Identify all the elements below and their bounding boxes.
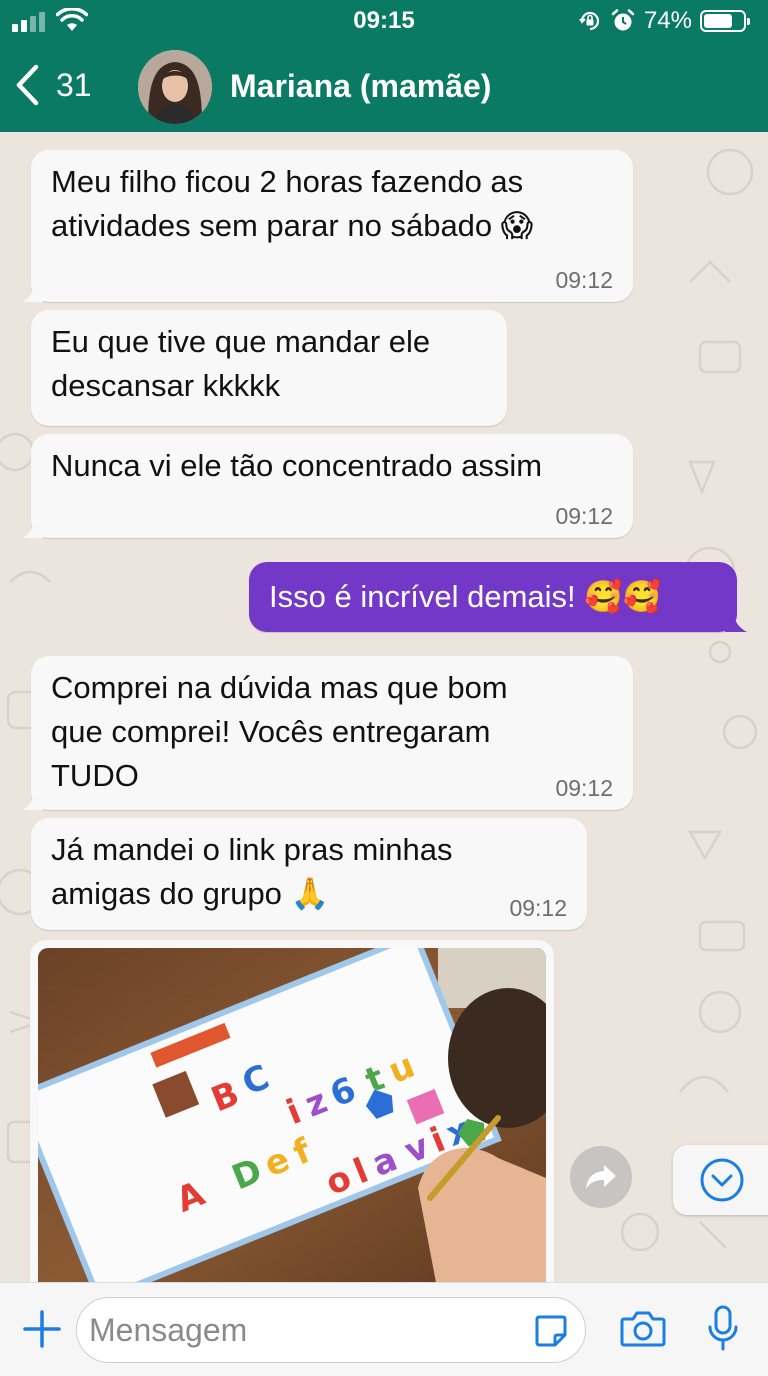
message-time: 09:12	[509, 895, 567, 921]
unread-count: 31	[56, 66, 92, 103]
rotation-lock-icon	[579, 11, 600, 31]
chat-header: 31 Mariana (mamãe)	[0, 44, 768, 132]
message-time: 09:12	[555, 503, 613, 529]
message-field[interactable]	[76, 1297, 586, 1363]
message-bubble-incoming[interactable]: Meu filho ficou 2 horas fazendo as ativi…	[23, 150, 633, 302]
scroll-to-bottom-button[interactable]	[673, 1145, 768, 1215]
message-text: Já mandei o link pras minhas amigas do g…	[51, 832, 453, 911]
share-arrow-icon	[586, 1165, 616, 1189]
worksheet-photo[interactable]: A B C D e f i z 6 t u o l a v i x	[38, 948, 546, 1282]
battery-percent: 74%	[643, 7, 692, 34]
message-bubble-incoming[interactable]: Comprei na dúvida mas que bom que compre…	[23, 656, 633, 810]
chevron-left-icon	[16, 64, 39, 106]
message-text: Isso é incrível demais! 🥰🥰	[269, 579, 662, 614]
message-text: Comprei na dúvida mas que bom que compre…	[51, 670, 508, 793]
alarm-icon	[611, 9, 635, 31]
microphone-icon[interactable]	[706, 1305, 740, 1353]
camera-icon[interactable]	[620, 1309, 666, 1349]
message-input[interactable]	[77, 1298, 497, 1362]
back-button[interactable]: 31	[14, 64, 92, 106]
message-bubble-incoming[interactable]: Já mandei o link pras minhas amigas do g…	[31, 818, 587, 930]
status-right-group: 74%	[578, 7, 750, 35]
message-input-bar	[0, 1282, 768, 1376]
avatar[interactable]	[138, 50, 212, 124]
message-time: 09:12	[555, 775, 613, 801]
sticker-icon[interactable]	[533, 1313, 569, 1349]
chevron-down-circle-icon	[700, 1158, 744, 1202]
message-text: Nunca vi ele tão concentrado assim	[51, 448, 543, 483]
contact-name[interactable]: Mariana (mamãe)	[230, 68, 491, 105]
message-text: Meu filho ficou 2 horas fazendo as ativi…	[51, 164, 534, 243]
forward-button[interactable]	[570, 1146, 632, 1208]
message-bubble-outgoing[interactable]: Isso é incrível demais! 🥰🥰	[249, 562, 747, 632]
message-bubble-incoming[interactable]: Eu que tive que mandar ele descansar kkk…	[31, 310, 507, 426]
chat-area[interactable]: Meu filho ficou 2 horas fazendo as ativi…	[0, 132, 768, 1282]
top-bar: 09:15 74% 31 Mariana (mamãe)	[0, 0, 768, 132]
status-bar: 09:15 74%	[0, 0, 768, 44]
battery-icon	[700, 10, 750, 32]
message-bubble-incoming[interactable]: Nunca vi ele tão concentrado assim 09:12	[23, 434, 633, 538]
plus-icon[interactable]	[22, 1309, 62, 1349]
image-message[interactable]: A B C D e f i z 6 t u o l a v i x	[30, 940, 554, 1282]
message-text: Eu que tive que mandar ele descansar kkk…	[51, 324, 431, 403]
message-time: 09:12	[555, 267, 613, 293]
